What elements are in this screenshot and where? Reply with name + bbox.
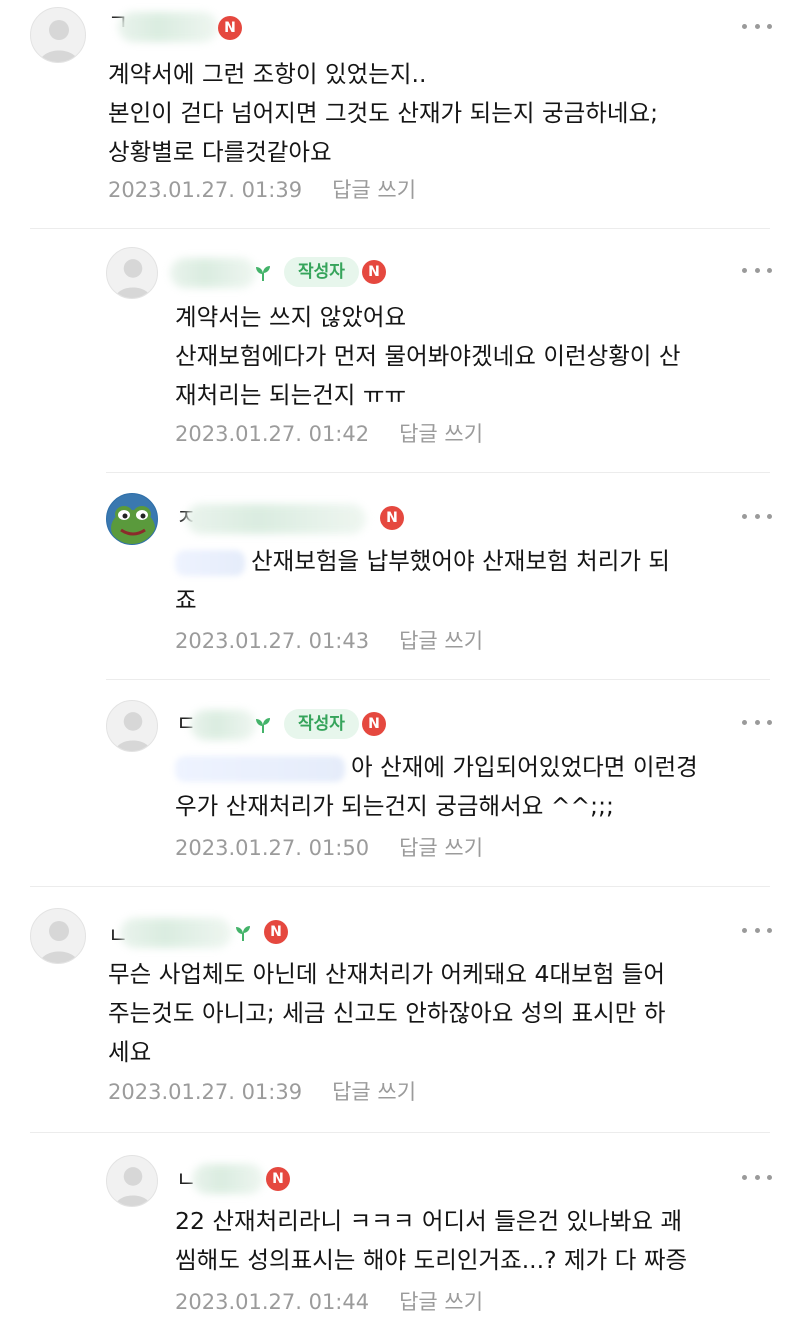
divider [30, 228, 770, 229]
timestamp: 2023.01.27. 01:39 [108, 178, 303, 202]
reply-button[interactable]: 답글 쓰기 [399, 629, 483, 653]
blurred-nickname[interactable] [120, 918, 232, 948]
divider [106, 679, 770, 680]
more-options-icon[interactable] [742, 718, 772, 726]
more-options-icon[interactable] [742, 926, 772, 934]
sprout-grade-icon [256, 718, 270, 733]
new-badge: N [264, 920, 288, 944]
new-badge: N [218, 16, 242, 40]
avatar[interactable] [30, 908, 86, 964]
blurred-nickname[interactable] [192, 1164, 264, 1194]
author-badge: 작성자 [284, 709, 359, 739]
comment-text: 22 산재처리라니 ㅋㅋㅋ 어디서 들은건 있나봐요 괘 씸해도 성의표시는 해… [175, 1207, 688, 1274]
blurred-nickname[interactable] [186, 504, 366, 534]
timestamp: 2023.01.27. 01:44 [175, 1290, 370, 1314]
reply-button[interactable]: 답글 쓰기 [399, 1290, 483, 1314]
default-profile-icon [39, 20, 79, 62]
avatar[interactable] [106, 247, 158, 299]
divider [106, 472, 770, 473]
comment-text: 아 산재에 가입되어있었다면 이런경 우가 산재처리가 되는건지 궁금해서요 ^… [175, 753, 698, 820]
default-profile-icon [115, 259, 151, 298]
frog-avatar-icon [107, 494, 157, 544]
author-badge: 작성자 [284, 257, 359, 287]
reply-button[interactable]: 답글 쓰기 [332, 178, 416, 202]
avatar[interactable] [106, 1155, 158, 1207]
default-profile-icon [115, 1167, 151, 1206]
comment-text: 무슨 사업체도 아닌데 산재처리가 어케돼요 4대보험 들어 주는것도 아니고;… [108, 960, 666, 1066]
blurred-mention[interactable] [175, 755, 345, 782]
comment-text: 계약서에 그런 조항이 있었는지.. 본인이 걷다 넘어지면 그것도 산재가 되… [108, 60, 658, 166]
more-options-icon[interactable] [742, 1173, 772, 1181]
comment-text: 계약서는 쓰지 않았어요 산재보험에다가 먼저 물어봐야겠네요 이런상황이 산 … [175, 303, 681, 409]
timestamp: 2023.01.27. 01:43 [175, 629, 370, 653]
comment-text: 산재보험을 납부했어야 산재보험 처리가 되 죠 [175, 547, 671, 614]
avatar[interactable] [30, 7, 86, 63]
blurred-nickname[interactable] [170, 258, 256, 288]
comment-meta: 2023.01.27. 01:39 답글 쓰기 [108, 174, 416, 204]
new-badge: N [362, 260, 386, 284]
comment-meta: 2023.01.27. 01:43 답글 쓰기 [175, 625, 483, 655]
more-options-icon[interactable] [742, 22, 772, 30]
comment-meta: 2023.01.27. 01:50 답글 쓰기 [175, 832, 483, 862]
reply-button[interactable]: 답글 쓰기 [399, 836, 483, 860]
default-profile-icon [115, 712, 151, 751]
sprout-grade-icon [236, 926, 250, 941]
comment-meta: 2023.01.27. 01:42 답글 쓰기 [175, 418, 483, 448]
new-badge: N [266, 1167, 290, 1191]
timestamp: 2023.01.27. 01:50 [175, 836, 370, 860]
blurred-mention[interactable] [175, 549, 245, 576]
new-badge: N [380, 506, 404, 530]
avatar[interactable] [106, 493, 158, 545]
comment-meta: 2023.01.27. 01:39 답글 쓰기 [108, 1076, 416, 1106]
new-badge: N [362, 712, 386, 736]
timestamp: 2023.01.27. 01:39 [108, 1080, 303, 1104]
divider [30, 886, 770, 887]
timestamp: 2023.01.27. 01:42 [175, 422, 370, 446]
more-options-icon[interactable] [742, 266, 772, 274]
avatar[interactable] [106, 700, 158, 752]
sprout-grade-icon [256, 266, 270, 281]
more-options-icon[interactable] [742, 512, 772, 520]
reply-button[interactable]: 답글 쓰기 [332, 1080, 416, 1104]
blurred-nickname[interactable] [190, 710, 256, 740]
divider [30, 1132, 770, 1133]
default-profile-icon [39, 921, 79, 963]
reply-button[interactable]: 답글 쓰기 [399, 422, 483, 446]
comment-meta: 2023.01.27. 01:44 답글 쓰기 [175, 1286, 483, 1316]
blurred-nickname[interactable] [118, 12, 218, 42]
